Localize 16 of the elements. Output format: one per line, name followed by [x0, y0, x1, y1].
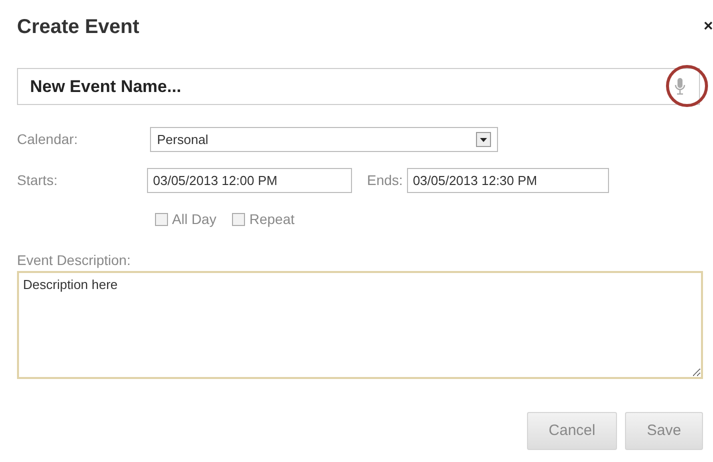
- field-label: Ends:: [367, 171, 403, 190]
- close-button[interactable]: ×: [704, 15, 713, 39]
- dialog-title: Create Event: [17, 15, 140, 40]
- checkbox-label: All Day: [172, 210, 216, 229]
- calendar-select[interactable]: Personal: [150, 127, 498, 152]
- field-label: Event Description:: [17, 251, 132, 270]
- checkbox-label: Repeat: [249, 210, 295, 229]
- end-date-field[interactable]: 03/05/2013 12:30 PM: [406, 168, 609, 193]
- checkbox[interactable]: [155, 213, 168, 226]
- field-label: Starts:: [17, 171, 58, 190]
- field-label: Calendar:: [17, 130, 79, 149]
- name-field[interactable]: New Event Name...: [17, 68, 700, 105]
- description-field[interactable]: Description here: [17, 271, 703, 379]
- start-date-field[interactable]: 03/05/2013 12:00 PM: [147, 168, 352, 193]
- checkbox[interactable]: [232, 213, 246, 226]
- microphone-icon[interactable]: [674, 77, 686, 95]
